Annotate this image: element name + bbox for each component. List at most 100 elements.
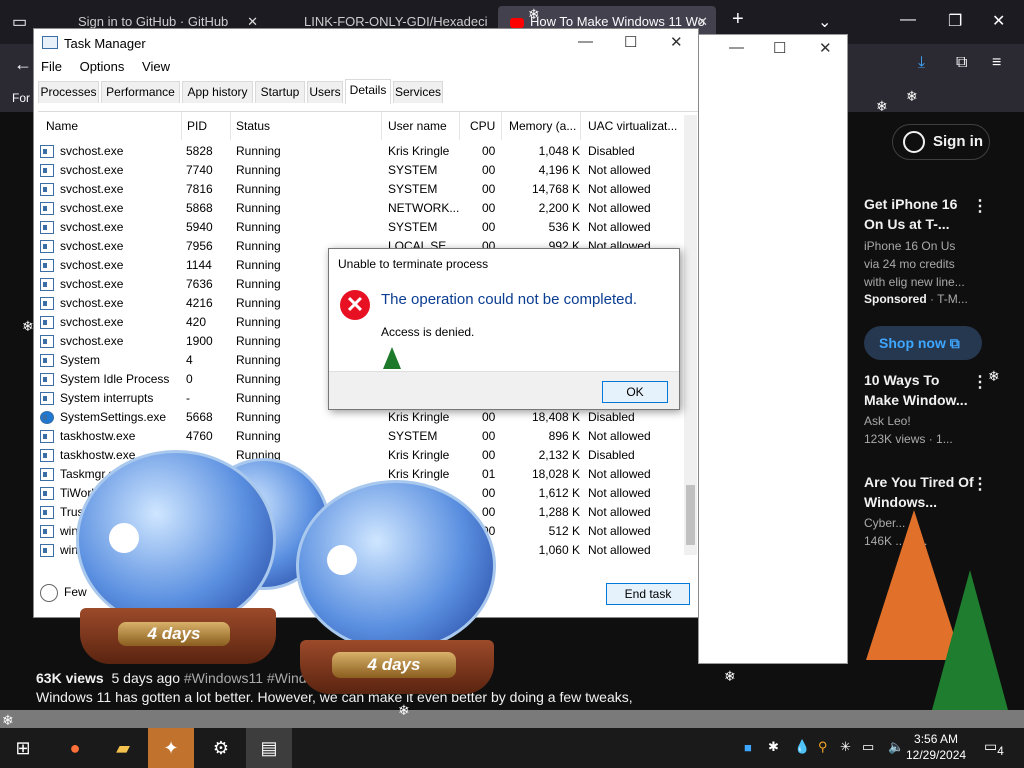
rec-title[interactable]: 10 Ways To Make Window... <box>864 370 974 410</box>
close-icon[interactable]: ✕ <box>819 39 832 57</box>
process-icon <box>40 259 54 272</box>
tab-details[interactable]: Details <box>345 79 391 104</box>
col-memory[interactable]: Memory (a... <box>505 112 581 140</box>
snowflake-icon: ❄ <box>906 88 918 104</box>
cell-uac: Not allowed <box>588 505 651 519</box>
tab-users[interactable]: Users <box>307 81 343 103</box>
tab-list-icon[interactable]: ▭ <box>12 12 27 32</box>
tab-performance[interactable]: Performance <box>101 81 180 103</box>
process-icon <box>40 487 54 500</box>
cell-status: Running <box>236 277 281 291</box>
cell-mem: 536 K <box>548 220 580 234</box>
cell-uac: Not allowed <box>588 163 651 177</box>
minimize-icon[interactable]: — <box>578 33 593 50</box>
cell-cpu: 00 <box>482 486 496 500</box>
cell-cpu: 00 <box>482 182 496 196</box>
menu-file[interactable]: File <box>41 59 62 74</box>
table-row[interactable]: svchost.exe 5940 Running SYSTEM 00 536 K Not a… <box>38 218 698 237</box>
col-cpu[interactable]: CPU <box>466 112 502 140</box>
fewer-details-button[interactable]: Few <box>40 584 87 602</box>
col-uac[interactable]: UAC virtualizat... <box>584 112 680 140</box>
end-task-button[interactable]: End task <box>606 583 690 605</box>
col-user[interactable]: User name <box>384 112 460 140</box>
menu-options[interactable]: Options <box>80 59 125 74</box>
col-status[interactable]: Status <box>232 112 382 140</box>
cell-uac: Not allowed <box>588 220 651 234</box>
maximize-icon[interactable]: ☐ <box>624 33 637 51</box>
cell-name: svchost.exe <box>60 201 124 215</box>
tray-app-icon[interactable]: ■ <box>744 740 752 755</box>
process-icon <box>40 354 54 367</box>
volume-icon[interactable]: 🔈 <box>888 739 904 755</box>
process-icon <box>40 430 54 443</box>
notification-icon[interactable]: ▭4 <box>984 738 1004 758</box>
tab-services[interactable]: Services <box>393 81 443 103</box>
maximize-icon[interactable]: ☐ <box>773 39 786 57</box>
table-row[interactable]: svchost.exe 5828 Running Kris Kringle 00 1,04… <box>38 142 698 161</box>
background-window: — ☐ ✕ <box>698 34 848 664</box>
download-icon[interactable]: ⤓ <box>918 54 925 72</box>
rec-title[interactable]: Are You Tired Of Windows... <box>864 472 974 512</box>
file-explorer-icon[interactable]: ▰ <box>100 728 146 768</box>
table-row[interactable]: SystemSettings.exe 5668 Running Kris Kringl… <box>38 408 698 427</box>
menu-view[interactable]: View <box>142 59 170 74</box>
cell-mem: 896 K <box>548 429 580 443</box>
minimize-icon[interactable]: — <box>729 39 744 56</box>
restore-icon[interactable]: ❐ <box>948 11 962 31</box>
tab-startup[interactable]: Startup <box>255 81 305 103</box>
ad-title[interactable]: Get iPhone 16 On Us at T-... <box>864 194 974 234</box>
tray-star-icon[interactable]: ✳ <box>840 739 851 755</box>
cell-cpu: 00 <box>482 220 496 234</box>
table-row[interactable]: taskhostw.exe 4760 Running SYSTEM 00 896 K Not… <box>38 427 698 446</box>
chevron-down-icon[interactable]: ⌄ <box>818 12 831 32</box>
ok-button[interactable]: OK <box>602 381 668 403</box>
cell-user: Kris Kringle <box>388 448 450 462</box>
view-count: 63K views <box>36 670 104 686</box>
back-arrow-icon[interactable]: ← <box>14 54 32 75</box>
cell-user: SYSTEM <box>388 220 438 234</box>
extensions-icon[interactable]: ⧉ <box>956 54 967 72</box>
sign-in-button[interactable]: Sign in <box>892 124 990 160</box>
tray-search-icon[interactable]: ⚲ <box>818 739 828 755</box>
settings-gear-icon[interactable]: ⚙ <box>198 728 244 768</box>
shop-now-button[interactable]: Shop now ⧉ <box>864 326 982 360</box>
network-icon[interactable]: ▭ <box>862 739 874 755</box>
more-options-icon[interactable]: ⋮ <box>972 372 988 392</box>
vertical-scrollbar[interactable] <box>684 115 697 555</box>
table-row[interactable]: svchost.exe 5868 Running NETWORK... 00 2,200 … <box>38 199 698 218</box>
clock[interactable]: 3:56 AM 12/29/2024 <box>906 731 966 763</box>
close-icon[interactable]: ✕ <box>670 33 683 51</box>
cell-uac: Not allowed <box>588 429 651 443</box>
start-icon[interactable]: ⊞ <box>0 728 46 768</box>
cell-status: Running <box>236 334 281 348</box>
cell-cpu: 01 <box>482 467 496 481</box>
new-tab-button[interactable]: + <box>732 8 744 31</box>
tray-drop-icon[interactable]: 💧 <box>794 739 810 755</box>
close-icon[interactable]: ✕ <box>992 11 1005 31</box>
more-options-icon[interactable]: ⋮ <box>972 196 988 216</box>
tray-gear-icon[interactable]: ✱ <box>768 739 779 755</box>
task-manager-icon <box>42 36 58 49</box>
tab-app-history[interactable]: App history <box>182 81 253 103</box>
cell-mem: 2,200 K <box>538 201 580 215</box>
cell-pid: 7956 <box>186 239 213 253</box>
more-options-icon[interactable]: ⋮ <box>972 474 988 494</box>
app-icon[interactable]: ✦ <box>148 728 194 768</box>
cell-cpu: 00 <box>482 410 496 424</box>
minimize-icon[interactable]: — <box>900 11 916 29</box>
table-row[interactable]: svchost.exe 7740 Running SYSTEM 00 4,196 K Not… <box>38 161 698 180</box>
scroll-thumb[interactable] <box>686 485 695 545</box>
menu-icon[interactable]: ≡ <box>992 54 1001 72</box>
dialog-footer: OK <box>329 371 679 409</box>
cell-uac: Not allowed <box>588 486 651 500</box>
shop-now-label: Shop now <box>879 335 946 351</box>
col-name[interactable]: Name <box>42 112 182 140</box>
firefox-icon[interactable]: ● <box>52 728 98 768</box>
tab-processes[interactable]: Processes <box>38 81 99 103</box>
table-row[interactable]: svchost.exe 7816 Running SYSTEM 00 14,768 K No… <box>38 180 698 199</box>
task-manager-taskbar-icon[interactable]: ▤ <box>246 728 292 768</box>
col-pid[interactable]: PID <box>183 112 231 140</box>
cell-status: Running <box>236 410 281 424</box>
cell-uac: Not allowed <box>588 543 651 557</box>
hashtags[interactable]: #Windows11 #Windo <box>184 670 314 686</box>
